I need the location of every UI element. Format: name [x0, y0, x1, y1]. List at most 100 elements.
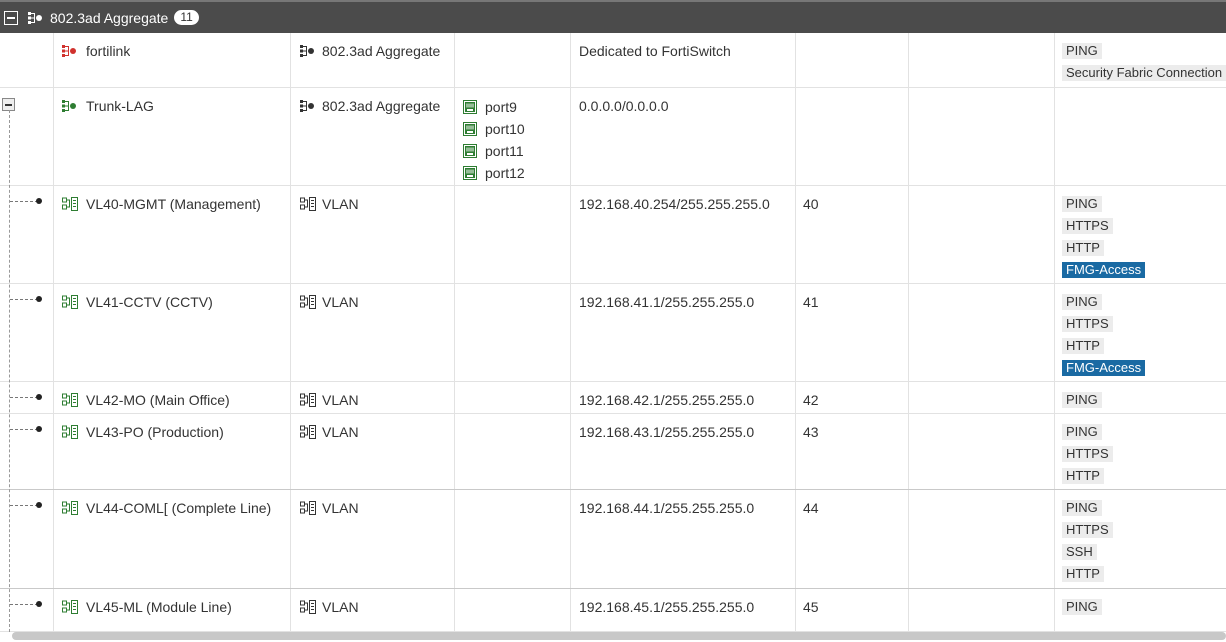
access-tag: PING [1062, 196, 1102, 212]
interface-type-cell: VLAN [300, 294, 359, 310]
interface-type-cell: VLAN [300, 500, 359, 516]
member-port[interactable]: port9 [463, 98, 525, 118]
interface-name[interactable]: VL41-CCTV (CCTV) [86, 294, 213, 310]
interface-type-cell: 802.3ad Aggregate [300, 43, 440, 59]
access-tag: FMG-Access [1062, 360, 1146, 376]
access-tag: HTTP [1062, 338, 1104, 354]
tree-branch [10, 397, 38, 398]
table-row[interactable]: VL41-CCTV (CCTV) VLAN 192.168.41.1/255.255… [0, 284, 1226, 382]
vlan-id-cell: 40 [803, 196, 819, 212]
ip-netmask: 0.0.0.0/0.0.0.0 [579, 98, 669, 114]
member-port-label[interactable]: port9 [485, 99, 517, 115]
vlan-id-cell: 42 [803, 392, 819, 408]
interface-name-cell[interactable]: Trunk-LAG [62, 98, 154, 114]
ip-netmask: 192.168.44.1/255.255.255.0 [579, 500, 755, 516]
horizontal-scrollbar[interactable] [12, 632, 1226, 640]
tree-node-icon [36, 601, 42, 607]
tree-node-icon [36, 502, 42, 508]
access-tag: HTTP [1062, 240, 1104, 256]
ip-netmask-cell: 192.168.45.1/255.255.255.0 [579, 599, 754, 615]
interface-name[interactable]: Trunk-LAG [86, 98, 154, 114]
administrative-access-cell: PING [1062, 599, 1102, 621]
vlan-id: 45 [803, 599, 819, 615]
ip-netmask-cell: 192.168.42.1/255.255.255.0 [579, 392, 754, 408]
member-port[interactable]: port10 [463, 118, 525, 140]
interface-name[interactable]: VL43-PO (Production) [86, 424, 224, 440]
member-port-label[interactable]: port10 [485, 121, 525, 137]
access-tag: SSH [1062, 544, 1097, 560]
ip-netmask: 192.168.45.1/255.255.255.0 [579, 599, 755, 615]
table-row[interactable]: VL43-PO (Production) VLAN 192.168.43.1/255… [0, 414, 1226, 490]
interface-type-cell: VLAN [300, 424, 359, 440]
interface-name[interactable]: VL40-MGMT (Management) [86, 196, 261, 212]
vlan-id-cell: 44 [803, 500, 819, 516]
access-tag: HTTPS [1062, 316, 1113, 332]
access-tag: HTTPS [1062, 446, 1113, 462]
access-tag: HTTPS [1062, 218, 1113, 234]
vlan-id: 43 [803, 424, 819, 440]
access-tag: PING [1062, 294, 1102, 310]
vlan-icon [62, 600, 78, 614]
ip-netmask-cell: 192.168.41.1/255.255.255.0 [579, 294, 754, 310]
administrative-access-cell: PING HTTPS HTTP FMG-Access [1062, 294, 1146, 382]
port-icon [463, 100, 477, 114]
vlan-icon [62, 393, 78, 407]
aggregate-icon [300, 45, 316, 57]
port-icon [463, 166, 477, 180]
tree-node-icon [36, 198, 42, 204]
interface-name[interactable]: VL44-COML[ (Complete Line) [86, 500, 271, 516]
interface-type: VLAN [322, 196, 359, 212]
port-icon [463, 144, 477, 158]
table-row[interactable]: VL45-ML (Module Line) VLAN 192.168.45.1/25… [0, 589, 1226, 632]
member-port[interactable]: port12 [463, 162, 525, 184]
administrative-access-cell: PING HTTPS SSH HTTP [1062, 500, 1113, 588]
member-port[interactable]: port11 [463, 140, 525, 162]
interface-type: VLAN [322, 294, 359, 310]
group-collapse-icon[interactable] [4, 10, 18, 25]
vlan-id-cell: 41 [803, 294, 819, 310]
vlan-id: 42 [803, 392, 819, 408]
interface-name[interactable]: VL45-ML (Module Line) [86, 599, 232, 615]
member-port-label[interactable]: port11 [485, 143, 524, 159]
interface-name-cell[interactable]: fortilink [62, 43, 130, 59]
aggregate-icon [62, 45, 78, 57]
table-row[interactable]: VL44-COML[ (Complete Line) VLAN 192.168.44… [0, 490, 1226, 589]
interface-type-cell: 802.3ad Aggregate [300, 98, 440, 114]
interface-name[interactable]: fortilink [86, 43, 130, 59]
interface-name-cell[interactable]: VL42-MO (Main Office) [62, 392, 230, 408]
group-count-badge: 11 [174, 10, 199, 25]
tree-branch [10, 505, 38, 506]
interface-name-cell[interactable]: VL43-PO (Production) [62, 424, 224, 440]
interface-type-cell: VLAN [300, 392, 359, 408]
table-row[interactable]: VL40-MGMT (Management) VLAN 192.168.40.254… [0, 186, 1226, 284]
vlan-id: 44 [803, 500, 819, 516]
interface-name-cell[interactable]: VL44-COML[ (Complete Line) [62, 500, 271, 516]
access-tag: FMG-Access [1062, 262, 1146, 278]
tree-branch [10, 429, 38, 430]
vlan-icon [300, 393, 316, 407]
access-tag: HTTPS [1062, 522, 1113, 538]
table-row[interactable]: VL42-MO (Main Office) VLAN 192.168.42.1/25… [0, 382, 1226, 414]
interface-name[interactable]: VL42-MO (Main Office) [86, 392, 230, 408]
interface-name-cell[interactable]: VL41-CCTV (CCTV) [62, 294, 213, 310]
members-cell: port9 port10 port11 port12 [463, 98, 525, 184]
table-row[interactable]: fortilink 802.3ad Aggregate Dedicated to F… [0, 33, 1226, 88]
interface-type: VLAN [322, 599, 359, 615]
ip-netmask-cell: 192.168.40.254/255.255.255.0 [579, 196, 770, 212]
vlan-icon [62, 425, 78, 439]
administrative-access-cell: PING [1062, 392, 1102, 414]
member-port-label[interactable]: port12 [485, 165, 525, 181]
tree-node-icon [36, 296, 42, 302]
table-row[interactable]: Trunk-LAG 802.3ad Aggregate port9 port10 por… [0, 88, 1226, 186]
access-tag: PING [1062, 500, 1102, 516]
access-tag: PING [1062, 392, 1102, 408]
group-header[interactable]: 802.3ad Aggregate 11 [0, 0, 1226, 33]
interface-name-cell[interactable]: VL45-ML (Module Line) [62, 599, 232, 615]
access-tag: PING [1062, 43, 1102, 59]
ip-netmask-cell: 0.0.0.0/0.0.0.0 [579, 98, 669, 114]
vlan-id: 40 [803, 196, 819, 212]
interface-name-cell[interactable]: VL40-MGMT (Management) [62, 196, 261, 212]
aggregate-icon [28, 11, 44, 24]
ip-netmask: 192.168.42.1/255.255.255.0 [579, 392, 755, 408]
ip-netmask: Dedicated to FortiSwitch [579, 43, 731, 59]
